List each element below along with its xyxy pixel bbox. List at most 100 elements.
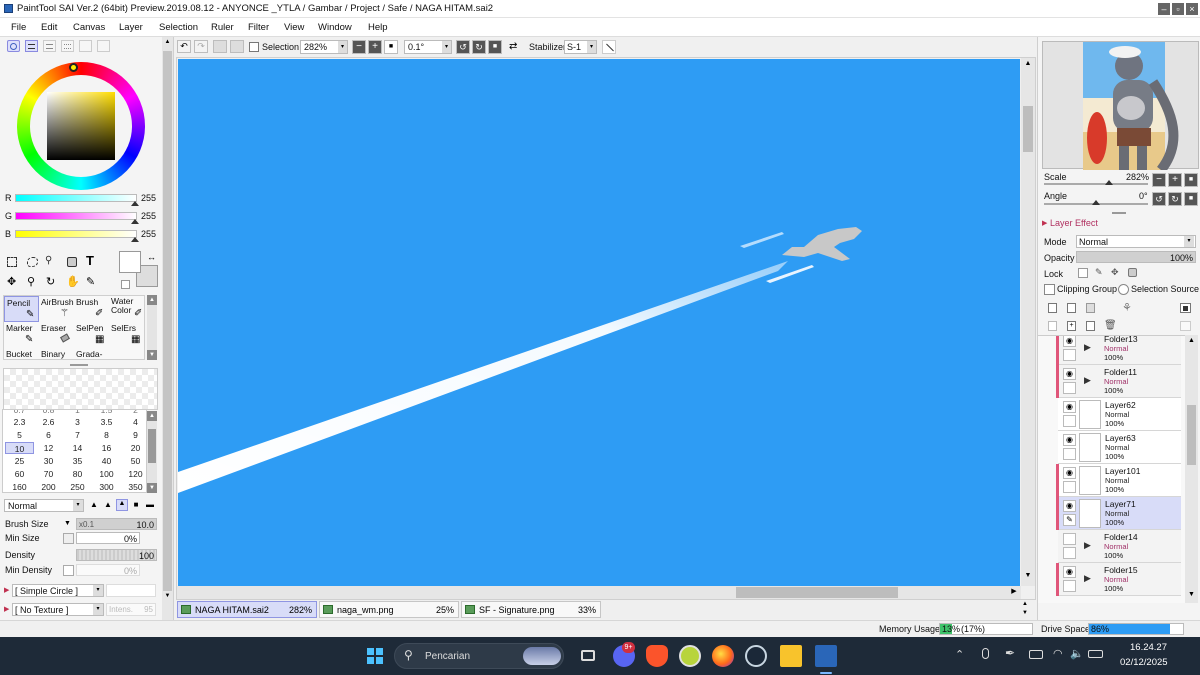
layer-mask-icon[interactable] [1180, 303, 1191, 313]
magic-wand-icon[interactable]: ⚲ [45, 255, 52, 266]
layer-select-checkbox[interactable] [1063, 481, 1076, 493]
lock-move-icon[interactable]: ✥ [1111, 267, 1119, 278]
folder-expand-icon[interactable]: ▶ [1084, 342, 1091, 353]
menu-help[interactable]: Help [368, 22, 388, 33]
visibility-eye-icon[interactable]: ◉ [1063, 336, 1076, 347]
file-explorer-icon[interactable] [780, 645, 802, 667]
tool-binary[interactable]: Binary [39, 348, 74, 361]
rect-select-icon[interactable] [7, 257, 17, 267]
menu-edit[interactable]: Edit [41, 22, 57, 33]
brush-size-preset[interactable]: 30 [34, 455, 63, 467]
deselect-button[interactable] [213, 40, 227, 53]
layer-folder-row[interactable]: ▶ Folder14 Normal 100% [1058, 530, 1181, 563]
texture-expand-icon[interactable]: ▶ [4, 605, 9, 613]
tip-shape-2[interactable]: ▲ [102, 500, 114, 512]
splitter-handle[interactable] [1112, 212, 1126, 214]
swap-colors-icon[interactable]: ↔ [147, 252, 156, 262]
texture-intensity-slider[interactable]: Intens. 95 [106, 603, 156, 616]
brush-size-preset[interactable]: 300 [92, 481, 121, 492]
brush-size-preset[interactable]: 100 [92, 468, 121, 480]
layer-select-checkbox[interactable] [1063, 382, 1076, 394]
transfer-down-icon[interactable] [1048, 321, 1057, 331]
rotate-right-button[interactable]: ↻ [472, 40, 486, 54]
layer-row[interactable]: ◉ ✎ Layer71 Normal 100% [1056, 497, 1181, 530]
rgb-slider-tab[interactable] [25, 40, 38, 52]
tool-airbrush[interactable]: AirBrush ⚚ [39, 296, 74, 322]
b-slider[interactable] [15, 230, 137, 238]
redo-button[interactable]: ↷ [194, 40, 208, 53]
brush-size-preset[interactable]: 1 [63, 410, 92, 416]
tip-shape-5[interactable]: ▬ [144, 500, 156, 512]
zoom-tool-icon[interactable]: ⚲ [27, 275, 35, 288]
rotate-tool-icon[interactable]: ↻ [46, 275, 55, 288]
stabilizer-select[interactable]: S-1 ▾ [564, 40, 597, 54]
search-box[interactable]: ⚲ Pencarian [394, 643, 564, 669]
transparent-color-icon[interactable] [121, 280, 130, 289]
primary-color-swatch[interactable] [119, 251, 141, 273]
layer-mode-select[interactable]: Normal ▾ [1076, 235, 1196, 248]
brush-size-preset[interactable]: 350 [121, 481, 146, 492]
tip-shape-1[interactable]: ▲ [88, 500, 100, 512]
shape-options-field[interactable] [106, 584, 156, 597]
merge-down-icon[interactable]: + [1067, 321, 1076, 331]
task-view-icon[interactable] [577, 645, 599, 667]
brush-size-preset[interactable]: 20 [121, 442, 146, 454]
chevron-down-icon[interactable]: ▾ [1184, 236, 1194, 247]
clock-time[interactable]: 16.24.27 [1130, 642, 1167, 653]
brush-size-preset[interactable]: 80 [63, 468, 92, 480]
layer-pencil-icon[interactable]: ✎ [1063, 514, 1076, 526]
tool-watercolor[interactable]: Water Color ✐ [109, 296, 146, 322]
blend-mode-select[interactable]: Normal ▾ [4, 499, 84, 512]
transform-icon[interactable] [67, 257, 77, 267]
brush-size-preset[interactable]: 10 [5, 442, 34, 454]
visibility-eye-icon[interactable]: ◉ [1063, 500, 1076, 512]
rotate-reset-button[interactable]: ■ [488, 40, 502, 54]
menu-canvas[interactable]: Canvas [73, 22, 105, 33]
canvas-image[interactable] [178, 59, 1020, 586]
brush-size-preset[interactable]: 2 [121, 410, 146, 416]
r-slider-handle[interactable] [131, 201, 139, 206]
tool-bucket[interactable]: Bucket [4, 348, 39, 361]
chevron-down-icon[interactable]: ▾ [338, 41, 347, 53]
doc-tab[interactable]: naga_wm.png 25% [319, 601, 459, 618]
brush-texture-select[interactable]: [ No Texture ] ▾ [12, 603, 104, 616]
menu-file[interactable]: File [11, 22, 26, 33]
lock-paint-icon[interactable]: ✎ [1095, 267, 1103, 278]
angle-field[interactable]: 0.1° ▾ [404, 40, 452, 54]
selection-toggle-icon[interactable] [249, 42, 259, 52]
selection-source-radio[interactable] [1118, 284, 1129, 295]
layer-select-checkbox[interactable] [1063, 580, 1076, 592]
tool-eraser[interactable]: Eraser [39, 322, 74, 348]
delete-layer-icon[interactable]: 🗑 [1104, 320, 1117, 331]
g-slider-handle[interactable] [131, 219, 139, 224]
menu-selection[interactable]: Selection [159, 22, 198, 33]
nav-zoom-reset-button[interactable]: ■ [1184, 173, 1198, 187]
canvas-vscroll-thumb[interactable] [1023, 106, 1033, 152]
brush-size-preset[interactable]: 14 [63, 442, 92, 454]
min-size-slider[interactable]: 0% [76, 532, 140, 544]
mixer-tab[interactable] [97, 40, 110, 52]
navigator-thumbnail[interactable] [1042, 41, 1199, 174]
swatches-tab[interactable] [61, 40, 74, 52]
left-panel-scrollbar[interactable]: ▲ ▼ [162, 37, 173, 622]
chevron-down-icon[interactable]: ▾ [93, 604, 103, 615]
brush-size-preset[interactable]: 5 [5, 429, 34, 441]
brush-size-preset[interactable]: 40 [92, 455, 121, 467]
menu-view[interactable]: View [284, 22, 304, 33]
brush-size-preset[interactable]: 9 [121, 429, 146, 441]
chevron-down-icon[interactable]: ▾ [442, 41, 451, 53]
tennis-ball-app-icon[interactable] [679, 645, 701, 667]
doc-tab[interactable]: SF - Signature.png 33% [461, 601, 601, 618]
keyboard-icon[interactable] [1029, 650, 1043, 659]
brush-size-preset[interactable]: 250 [63, 481, 92, 492]
r-slider[interactable] [15, 194, 137, 202]
eyedropper-icon[interactable]: ✎ [86, 275, 95, 288]
lock-all-icon[interactable] [1128, 268, 1137, 277]
microphone-icon[interactable] [982, 648, 989, 659]
menu-layer[interactable]: Layer [119, 22, 143, 33]
brush-size-preset[interactable]: 120 [121, 468, 146, 480]
visibility-eye-icon[interactable]: ◉ [1063, 467, 1076, 479]
battery-icon[interactable] [1088, 650, 1103, 658]
layer-folder-row[interactable]: ◉ ▶ Folder11 Normal 100% [1056, 365, 1181, 398]
zoom-field[interactable]: 282% ▾ [300, 40, 348, 54]
